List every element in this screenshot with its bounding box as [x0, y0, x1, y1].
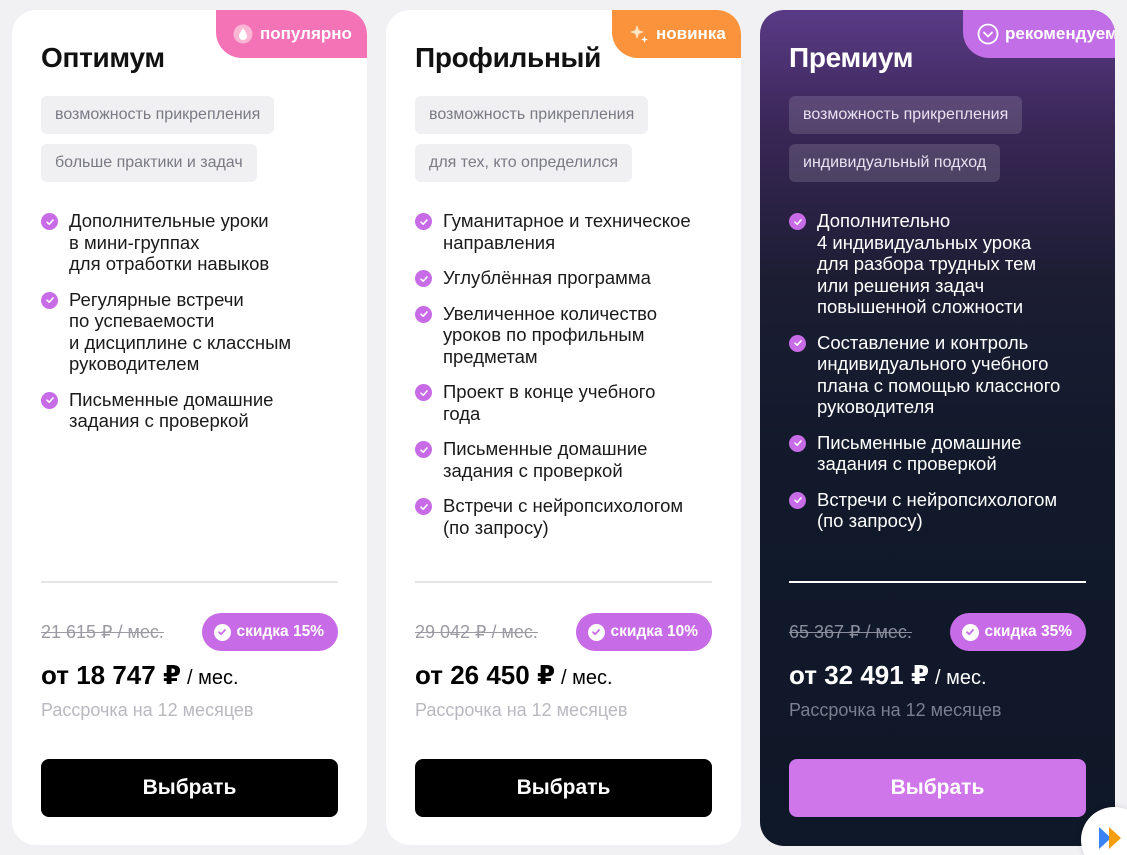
- feature-item: Встречи с нейропсихологом (по запросу): [415, 495, 715, 538]
- feature-text: Письменные домашние задания с проверкой: [443, 438, 648, 481]
- check-icon: [415, 305, 432, 323]
- feature-item: Углублённая программа: [415, 267, 715, 289]
- plan-title: Профильный: [415, 42, 602, 73]
- play-logo-icon: [1097, 825, 1127, 855]
- old-price: 29 042 ₽ / мес.: [415, 622, 538, 642]
- check-icon: [41, 213, 58, 230]
- feature-item: Дополнительно 4 индивидуальных урока для…: [789, 210, 1089, 318]
- check-icon: [415, 384, 432, 401]
- check-icon: [415, 498, 432, 515]
- select-button[interactable]: Выбрать: [789, 759, 1086, 817]
- feature-item: Проект в конце учебного года: [415, 381, 715, 424]
- price: от 32 491 ₽ / мес.: [789, 660, 987, 691]
- discount-label: скидка 35%: [984, 623, 1072, 640]
- discount-badge: скидка 35%: [949, 613, 1086, 651]
- feature-item: Встречи с нейропсихологом (по запросу): [789, 489, 1089, 532]
- divider: [415, 581, 712, 583]
- discount-label: скидка 10%: [610, 623, 698, 640]
- feature-item: Письменные домашние задания с проверкой: [41, 389, 341, 432]
- sparkle-icon: [628, 23, 650, 45]
- plan-card-premium: рекомендуем Премиум возможность прикрепл…: [760, 10, 1115, 846]
- price-period: / мес.: [561, 667, 613, 689]
- discount-badge: скидка 15%: [201, 613, 338, 651]
- badge-new: новинка: [612, 10, 741, 58]
- plan-card-optimum: популярно Оптимум возможность прикреплен…: [12, 10, 367, 845]
- check-icon: [41, 391, 58, 409]
- chevron-circle-icon: [977, 23, 999, 45]
- check-badge-icon: [213, 623, 231, 641]
- badge-label: популярно: [260, 24, 352, 43]
- feature-text: Гуманитарное и техническое направления: [443, 210, 691, 253]
- check-icon: [789, 213, 806, 230]
- check-icon: [789, 491, 806, 509]
- plan-title: Премиум: [789, 42, 914, 73]
- feature-item: Составление и контроль индивидуального у…: [789, 332, 1089, 418]
- installment-note: Рассрочка на 12 месяцев: [415, 700, 628, 720]
- check-icon: [415, 270, 432, 287]
- discount-label: скидка 15%: [236, 623, 324, 640]
- feature-item: Регулярные встречи по успеваемости и дис…: [41, 289, 341, 375]
- feature-item: Письменные домашние задания с проверкой: [789, 432, 1089, 475]
- discount-badge: скидка 10%: [575, 613, 712, 651]
- feature-list: Гуманитарное и техническое направления У…: [415, 210, 715, 552]
- select-button[interactable]: Выбрать: [41, 759, 338, 817]
- feature-text: Дополнительно 4 индивидуальных урока для…: [817, 210, 1037, 317]
- plan-tag: возможность прикрепления: [415, 96, 649, 134]
- feature-text: Встречи с нейропсихологом (по запросу): [817, 488, 1058, 532]
- check-badge-icon: [961, 623, 979, 641]
- check-badge-icon: [587, 623, 605, 641]
- feature-text: Регулярные встречи по успеваемости и дис…: [69, 288, 292, 375]
- check-icon: [789, 334, 806, 352]
- price-period: / мес.: [187, 667, 239, 689]
- feature-item: Письменные домашние задания с проверкой: [415, 438, 715, 481]
- feature-list: Дополнительные уроки в мини-группах для …: [41, 210, 341, 446]
- check-icon: [789, 434, 806, 452]
- drop-icon: [232, 23, 254, 45]
- badge-recommended: рекомендуем: [963, 10, 1115, 58]
- price-period: / мес.: [935, 667, 987, 689]
- select-button[interactable]: Выбрать: [415, 759, 712, 817]
- feature-item: Дополнительные уроки в мини-группах для …: [41, 210, 341, 275]
- check-icon: [415, 441, 432, 458]
- old-price: 21 615 ₽ / мес.: [41, 622, 164, 642]
- plan-tag: больше практики и задач: [41, 144, 257, 182]
- installment-note: Рассрочка на 12 месяцев: [41, 700, 254, 720]
- price-value: от 32 491 ₽: [789, 660, 930, 690]
- feature-text: Углублённая программа: [443, 267, 651, 288]
- check-icon: [41, 291, 58, 309]
- plan-card-profile: новинка Профильный возможность прикрепле…: [386, 10, 741, 845]
- feature-text: Увеличенное количество уроков по профиль…: [443, 302, 658, 367]
- feature-text: Письменные домашние задания с проверкой: [69, 388, 274, 432]
- divider: [789, 581, 1086, 583]
- check-icon: [415, 213, 432, 230]
- price-value: от 18 747 ₽: [41, 660, 182, 690]
- price: от 18 747 ₽ / мес.: [41, 660, 239, 691]
- plan-tag: для тех, кто определился: [415, 144, 633, 182]
- price-value: от 26 450 ₽: [415, 660, 556, 690]
- feature-text: Проект в конце учебного года: [443, 381, 656, 424]
- price: от 26 450 ₽ / мес.: [415, 660, 613, 691]
- plan-tag: индивидуальный подход: [789, 144, 1001, 182]
- old-price: 65 367 ₽ / мес.: [789, 622, 912, 642]
- plan-tag: возможность прикрепления: [41, 96, 275, 134]
- feature-item: Увеличенное количество уроков по профиль…: [415, 303, 715, 368]
- divider: [41, 581, 338, 583]
- plan-tag: возможность прикрепления: [789, 96, 1023, 134]
- feature-text: Составление и контроль индивидуального у…: [817, 331, 1061, 418]
- badge-label: новинка: [656, 24, 726, 43]
- feature-text: Дополнительные уроки в мини-группах для …: [69, 210, 270, 274]
- feature-text: Встречи с нейропсихологом (по запросу): [443, 495, 684, 538]
- badge-label: рекомендуем: [1005, 24, 1115, 43]
- feature-item: Гуманитарное и техническое направления: [415, 210, 715, 253]
- plan-title: Оптимум: [41, 42, 165, 73]
- feature-text: Письменные домашние задания с проверкой: [817, 431, 1022, 475]
- feature-list: Дополнительно 4 индивидуальных урока для…: [789, 210, 1089, 546]
- installment-note: Рассрочка на 12 месяцев: [789, 700, 1002, 720]
- badge-popular: популярно: [216, 10, 367, 58]
